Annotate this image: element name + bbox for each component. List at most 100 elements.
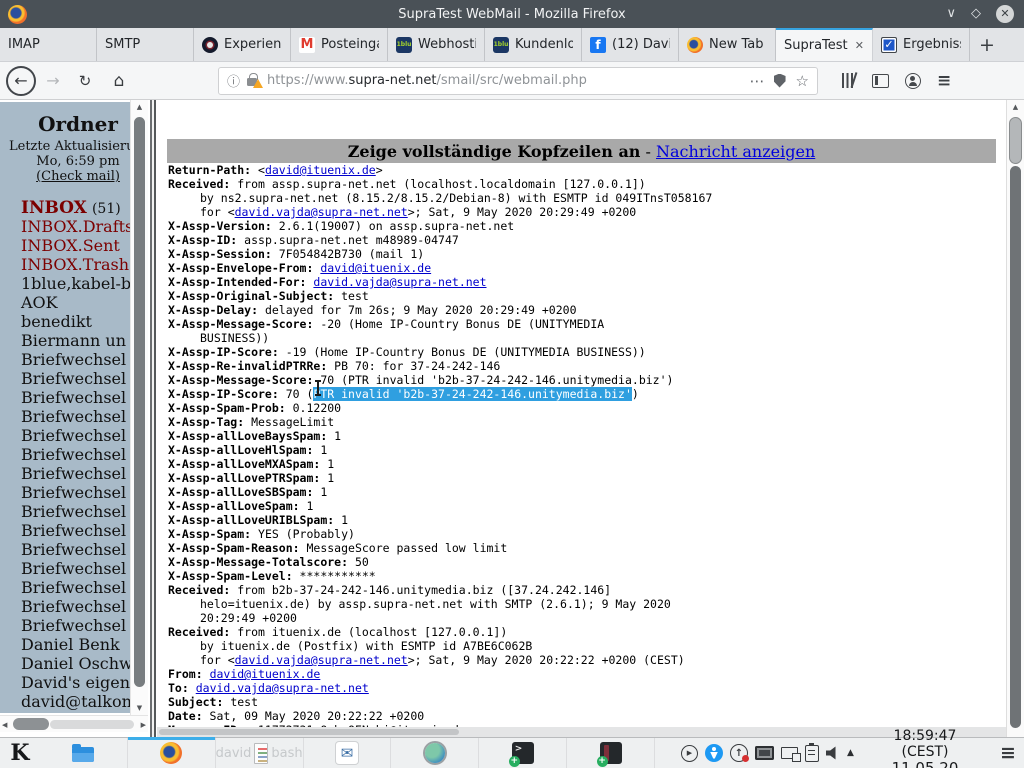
scrollbar-thumb[interactable] [13, 718, 49, 730]
sidebar-folder-inbox-sent[interactable]: INBOX.Sent [0, 236, 130, 255]
sidebar-folder-biermann-un[interactable]: Biermann un [0, 331, 130, 350]
new-tab-button[interactable]: + [970, 28, 1004, 61]
media-player-icon[interactable]: ▶ [681, 745, 698, 762]
tab-12-david[interactable]: f(12) David [582, 28, 679, 61]
forward-button[interactable]: → [40, 71, 66, 90]
scrollbar-trough[interactable] [1010, 166, 1021, 728]
sidebar-folder-briefwechsel[interactable]: Briefwechsel [0, 597, 130, 616]
sidebar-folder-briefwechsel[interactable]: Briefwechsel [0, 369, 130, 388]
tab-kundenlo[interactable]: 1bluKundenlo [485, 28, 582, 61]
tab-close-icon[interactable]: ✕ [855, 39, 864, 52]
hamburger-menu-icon[interactable]: ≡ [937, 71, 951, 91]
sidebar-folder-inbox[interactable]: INBOX (51) [0, 198, 130, 217]
task-mail[interactable]: ✉ [304, 738, 392, 768]
url-bar[interactable]: ⓘ https://www.supra-net.net/smail/src/we… [218, 67, 818, 95]
home-button[interactable]: ⌂ [106, 71, 132, 91]
kde-launcher-button[interactable]: K [0, 738, 40, 768]
sidebar-folder-briefwechsel[interactable]: Briefwechsel [0, 407, 130, 426]
email-link[interactable]: david.vajda@supra-net.net [196, 681, 369, 695]
insecure-lock-icon[interactable] [247, 78, 257, 86]
scrollbar-thumb[interactable] [159, 729, 459, 735]
updates-icon[interactable]: ↑ [730, 744, 748, 762]
task-dark-app[interactable]: + [567, 738, 655, 768]
check-mail-link[interactable]: (Check mail) [36, 169, 120, 184]
email-link[interactable]: david@ituenix.de [210, 667, 321, 681]
sidebar-folder-briefwechsel[interactable]: Briefwechsel [0, 445, 130, 464]
sidebar-folder-briefwechsel[interactable]: Briefwechsel [0, 616, 130, 635]
sidebar-folder-david-talkon[interactable]: david@talkon [0, 692, 130, 711]
page-info-icon[interactable]: ⓘ [227, 71, 240, 90]
show-message-link[interactable]: Nachricht anzeigen [656, 142, 815, 161]
task-terminal[interactable]: >+ [479, 738, 567, 768]
sidebar-toggle-icon[interactable] [872, 74, 889, 88]
tab-new-tab[interactable]: New Tab [679, 28, 776, 61]
email-link[interactable]: david@ituenix.de [265, 163, 376, 177]
network-icon[interactable] [781, 747, 798, 759]
close-button[interactable]: ✕ [996, 5, 1014, 23]
title-bar[interactable]: SupraTest WebMail - Mozilla Firefox ∨ ◇ … [0, 0, 1024, 28]
sidebar-folder-daniel-oschw[interactable]: Daniel Oschw [0, 654, 130, 673]
scroll-left-icon[interactable]: ◀ [2, 721, 7, 729]
scrollbar-trough[interactable] [50, 720, 134, 729]
sidebar-folder-briefwechsel[interactable]: Briefwechsel [0, 559, 130, 578]
back-button[interactable]: ← [6, 66, 36, 96]
sidebar-folder-benedikt[interactable]: benedikt [0, 312, 130, 331]
task-firefox[interactable] [128, 738, 216, 768]
bookmark-star-icon[interactable]: ☆ [796, 72, 809, 90]
display-icon[interactable] [755, 746, 774, 760]
frame-splitter[interactable] [148, 100, 157, 737]
scroll-up-icon[interactable]: ▲ [1007, 103, 1024, 111]
clipboard-icon[interactable] [805, 745, 819, 762]
scroll-right-icon[interactable]: ▶ [141, 721, 146, 729]
task-konsole[interactable]: david bash [216, 738, 304, 768]
library-icon[interactable] [842, 73, 856, 88]
tab-ergebniss[interactable]: ✓Ergebniss [873, 28, 970, 61]
sidebar-folder-briefwechsel[interactable]: Briefwechsel [0, 464, 130, 483]
tab-posteinga[interactable]: MPosteinga [291, 28, 388, 61]
clock[interactable]: 18:59:47 (CEST) 11.05.20 [868, 729, 982, 768]
sidebar-folder-inbox-drafts[interactable]: INBOX.Drafts [0, 217, 130, 236]
maximize-button[interactable]: ◇ [971, 5, 981, 23]
email-link[interactable]: david@ituenix.de [320, 261, 431, 275]
page-actions-icon[interactable]: ⋯ [750, 72, 765, 90]
account-icon[interactable] [905, 73, 921, 89]
panel-menu-button[interactable]: ≡ [1000, 742, 1016, 764]
scroll-down-icon[interactable]: ▼ [131, 704, 148, 712]
sidebar-horizontal-scrollbar[interactable]: ◀ ▶ [0, 715, 148, 732]
tab-imap[interactable]: IMAP [0, 28, 97, 61]
email-link[interactable]: david.vajda@supra-net.net [313, 275, 486, 289]
minimize-button[interactable]: ∨ [946, 5, 956, 23]
task-web-settings[interactable] [391, 738, 479, 768]
task-file-manager[interactable] [40, 738, 128, 768]
reload-button[interactable]: ↻ [72, 72, 98, 90]
sidebar-folder-briefwechsel[interactable]: Briefwechsel [0, 521, 130, 540]
sidebar-folder-aok[interactable]: AOK [0, 293, 130, 312]
sidebar-folder-inbox-trash[interactable]: INBOX.Trash [0, 255, 130, 274]
sidebar-folder-briefwechsel[interactable]: Briefwechsel [0, 350, 130, 369]
tab-experienc[interactable]: Experienc [194, 28, 291, 61]
main-vertical-scrollbar[interactable]: ▲ [1006, 100, 1024, 737]
tab-webhosti[interactable]: 1bluWebhosti [388, 28, 485, 61]
tray-expand-icon[interactable]: ▲ [847, 748, 854, 758]
sidebar-folder-daniel-benk[interactable]: Daniel Benk [0, 635, 130, 654]
tab-smtp[interactable]: SMTP [97, 28, 194, 61]
sidebar-folder-briefwechsel[interactable]: Briefwechsel [0, 426, 130, 445]
sidebar-vertical-scrollbar[interactable]: ▲ ▼ [130, 100, 148, 715]
accessibility-icon[interactable] [705, 744, 723, 762]
sidebar-folder-david-s-eigen[interactable]: David's eigen [0, 673, 130, 692]
pocket-shield-icon[interactable] [774, 74, 786, 88]
scrollbar-thumb[interactable] [133, 116, 146, 688]
email-link[interactable]: david.vajda@supra-net.net [235, 653, 408, 667]
sidebar-folder-briefwechsel[interactable]: Briefwechsel [0, 483, 130, 502]
tab-supratest[interactable]: SupraTest✕ [776, 28, 873, 61]
email-link[interactable]: david.vajda@supra-net.net [235, 205, 408, 219]
sidebar-folder-1blue-kabel-b[interactable]: 1blue,kabel-b [0, 274, 130, 293]
sidebar-folder-briefwechsel[interactable]: Briefwechsel [0, 578, 130, 597]
scroll-up-icon[interactable]: ▲ [131, 103, 148, 111]
folder-name: Briefwechsel [21, 388, 126, 407]
volume-icon[interactable] [826, 746, 840, 760]
sidebar-folder-briefwechsel[interactable]: Briefwechsel [0, 502, 130, 521]
sidebar-folder-briefwechsel[interactable]: Briefwechsel [0, 388, 130, 407]
scrollbar-thumb[interactable] [1009, 117, 1022, 164]
sidebar-folder-briefwechsel[interactable]: Briefwechsel [0, 540, 130, 559]
